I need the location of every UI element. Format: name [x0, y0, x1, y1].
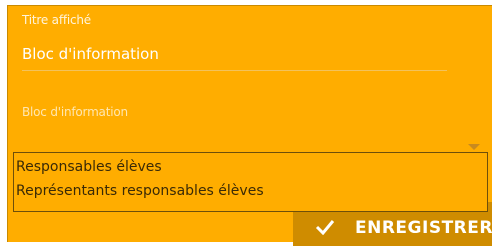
check-icon [315, 220, 335, 235]
page-frame: Titre affiché Bloc d'information Bloc d'… [0, 0, 492, 246]
block-select-dropdown: Responsables élèves Représentants respon… [13, 152, 488, 212]
dropdown-option-representants-responsables-eleves[interactable]: Représentants responsables élèves [16, 183, 264, 199]
title-field-input[interactable]: Bloc d'information [22, 45, 159, 63]
dropdown-option-responsables-eleves[interactable]: Responsables élèves [16, 159, 162, 175]
title-field-label: Titre affiché [22, 13, 91, 27]
save-button-label: ENREGISTRER [355, 218, 492, 238]
chevron-down-icon[interactable] [468, 144, 480, 150]
title-field-underline [22, 70, 447, 71]
block-field-label: Bloc d'information [22, 105, 128, 119]
